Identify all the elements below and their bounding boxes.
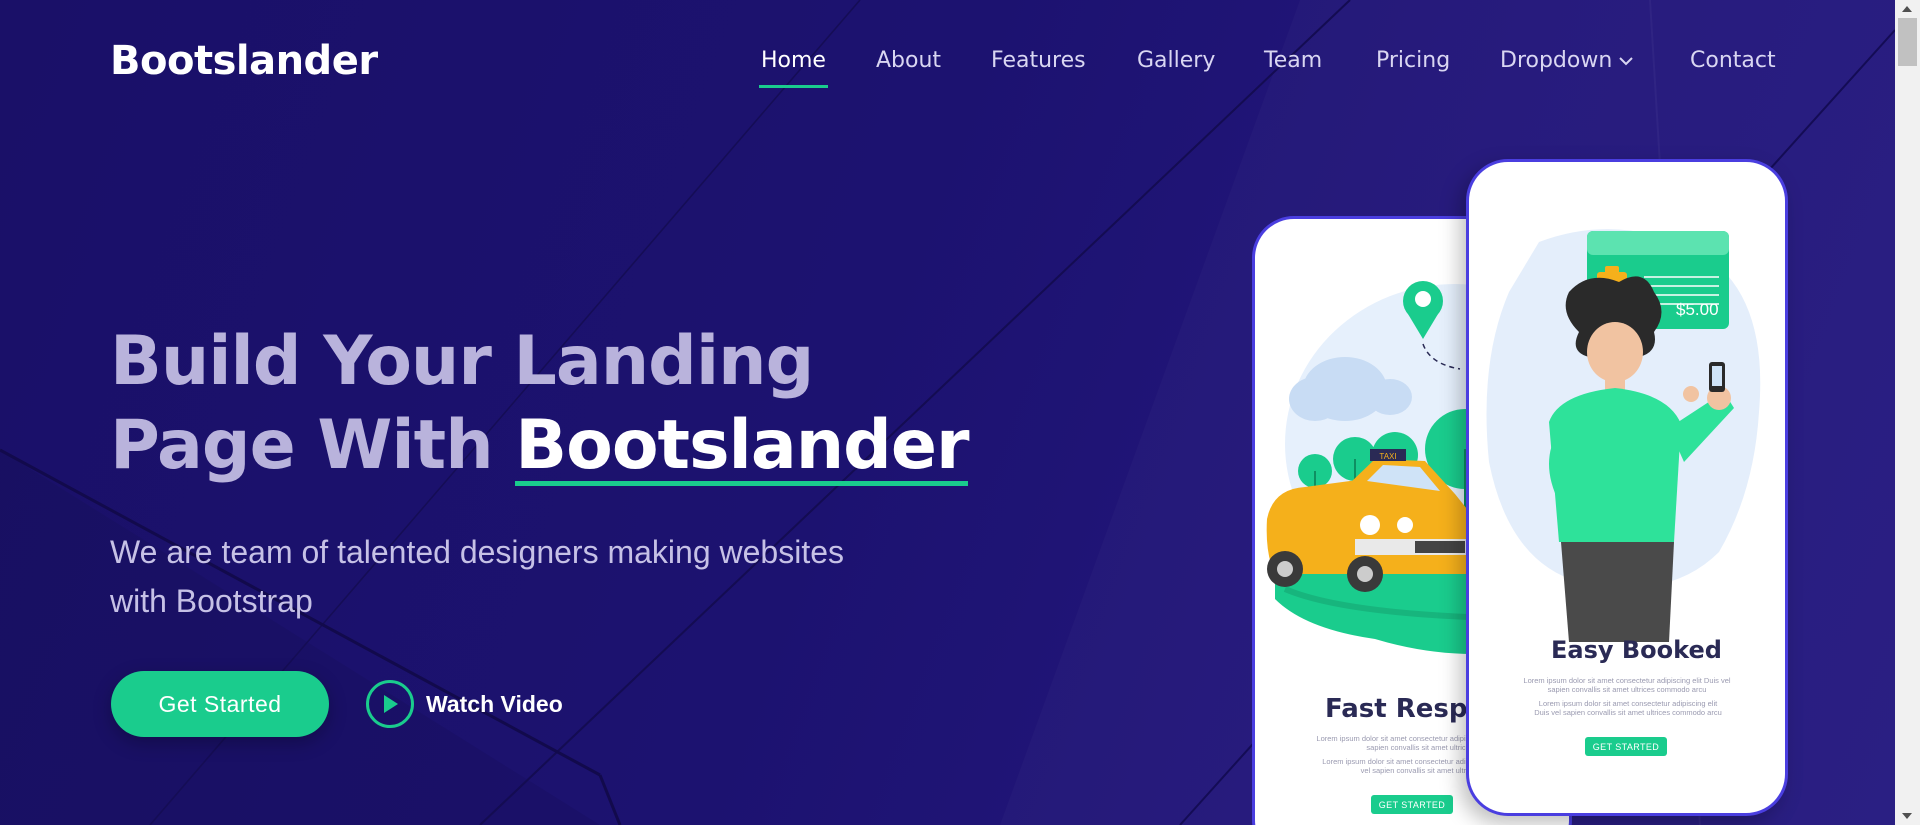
phone-back-get-started-button: GET STARTED — [1371, 795, 1453, 814]
scroll-up-arrow-icon[interactable] — [1902, 6, 1912, 12]
hero-title-line1: Build Your Landing — [110, 322, 814, 401]
nav-team[interactable]: Team — [1264, 48, 1322, 73]
nav-gallery[interactable]: Gallery — [1137, 48, 1215, 73]
play-icon[interactable] — [366, 680, 414, 728]
nav-home[interactable]: Home — [759, 48, 828, 88]
nav-features[interactable]: Features — [991, 48, 1086, 73]
chevron-down-icon — [1619, 57, 1634, 66]
hero-title-prefix: Page With — [110, 406, 494, 485]
nav-dropdown-label: Dropdown — [1500, 48, 1613, 73]
nav-about[interactable]: About — [876, 48, 941, 73]
phone-front-text-2: Lorem ipsum dolor sit amet consectetur a… — [1534, 699, 1722, 717]
hero-title: Build Your Landing Page With Bootslander — [110, 320, 970, 488]
hero-subtitle: We are team of talented designers making… — [110, 534, 845, 619]
nav-dropdown[interactable]: Dropdown — [1500, 48, 1634, 73]
main-nav: Home About Features Gallery Team Pricing… — [0, 48, 1895, 88]
phone-front-text-1: Lorem ipsum dolor sit amet consectetur a… — [1523, 676, 1731, 694]
scroll-down-arrow-icon[interactable] — [1902, 813, 1912, 819]
phone-mockup-front: $5.00 Easy Booked Lorem ipsum dolor sit … — [1466, 159, 1788, 816]
watch-video-link[interactable]: Watch Video — [366, 680, 563, 728]
page-scrollbar[interactable] — [1895, 0, 1920, 825]
scroll-thumb[interactable] — [1898, 18, 1917, 66]
nav-contact[interactable]: Contact — [1690, 48, 1776, 73]
phone-front-get-started-button: GET STARTED — [1585, 737, 1667, 756]
get-started-button[interactable]: Get Started — [111, 671, 329, 737]
price-label: $5.00 — [1676, 300, 1719, 319]
hero-title-accent: Bootslander — [515, 404, 969, 488]
watch-video-label: Watch Video — [426, 690, 563, 717]
hero-section: Bootslander Home About Features Gallery … — [0, 0, 1895, 825]
phone-front-title: Easy Booked — [1551, 636, 1722, 664]
nav-pricing[interactable]: Pricing — [1376, 48, 1450, 73]
taxi-sign-label: TAXI — [1379, 452, 1396, 461]
